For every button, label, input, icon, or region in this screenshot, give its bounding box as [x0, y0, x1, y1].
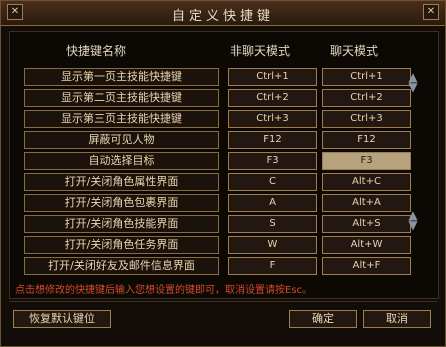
shortcut-name: 屏蔽可见人物 — [24, 131, 219, 149]
normal-mode-key[interactable]: F — [228, 257, 317, 275]
shortcut-name: 打开/关闭角色包裹界面 — [24, 194, 219, 212]
column-header-normal: 非聊天模式 — [230, 44, 291, 58]
normal-mode-key[interactable]: Ctrl+3 — [228, 110, 317, 128]
scroll-down-icon[interactable]: ▲ ▼ — [406, 209, 420, 231]
shortcut-name: 打开/关闭角色技能界面 — [24, 215, 219, 233]
scroll-up-icon[interactable]: ▲ ▼ — [406, 71, 420, 93]
shortcut-name: 打开/关闭角色属性界面 — [24, 173, 219, 191]
close-icon[interactable]: ✕ — [423, 4, 439, 20]
instruction-text: 点击想修改的快捷键后输入您想设置的键即可，取消设置请按Esc。 — [15, 285, 313, 296]
ok-button[interactable]: 确定 — [289, 310, 357, 328]
chat-mode-key[interactable]: F12 — [322, 131, 411, 149]
normal-mode-key[interactable]: S — [228, 215, 317, 233]
normal-mode-key[interactable]: A — [228, 194, 317, 212]
window-title: 自定义快捷键 — [171, 9, 274, 24]
shortcut-name: 打开/关闭好友及邮件信息界面 — [24, 257, 219, 275]
chat-mode-key[interactable]: Ctrl+3 — [322, 110, 411, 128]
normal-mode-key[interactable]: Ctrl+1 — [228, 68, 317, 86]
shortcut-list-panel: 快捷键名称 非聊天模式 聊天模式 显示第一页主技能快捷键 Ctrl+1 Ctrl… — [9, 31, 439, 299]
normal-mode-key[interactable]: F12 — [228, 131, 317, 149]
footer: 恢复默认键位 确定 取消 — [9, 301, 437, 342]
shortcut-settings-window: ✕ 自定义快捷键 ✕ 快捷键名称 非聊天模式 聊天模式 显示第一页主技能快捷键 … — [0, 0, 446, 347]
normal-mode-key[interactable]: W — [228, 236, 317, 254]
chat-mode-key[interactable]: Alt+S — [322, 215, 411, 233]
chat-mode-key[interactable]: Alt+C — [322, 173, 411, 191]
chat-mode-key[interactable]: Alt+W — [322, 236, 411, 254]
normal-mode-key[interactable]: C — [228, 173, 317, 191]
chat-mode-key[interactable]: Ctrl+1 — [322, 68, 411, 86]
normal-mode-key[interactable]: F3 — [228, 152, 317, 170]
shortcut-name: 自动选择目标 — [24, 152, 219, 170]
shortcut-name: 显示第二页主技能快捷键 — [24, 89, 219, 107]
normal-mode-key[interactable]: Ctrl+2 — [228, 89, 317, 107]
shortcut-name: 显示第一页主技能快捷键 — [24, 68, 219, 86]
reset-defaults-button[interactable]: 恢复默认键位 — [13, 310, 111, 328]
chat-mode-key[interactable]: Alt+A — [322, 194, 411, 212]
column-header-chat: 聊天模式 — [330, 44, 379, 58]
cancel-button[interactable]: 取消 — [363, 310, 431, 328]
titlebar: ✕ 自定义快捷键 ✕ — [1, 1, 445, 26]
chat-mode-key[interactable]: Alt+F — [322, 257, 411, 275]
chat-mode-key[interactable]: Ctrl+2 — [322, 89, 411, 107]
column-header-name: 快捷键名称 — [66, 44, 127, 58]
chat-mode-key[interactable]: F3 — [322, 152, 411, 170]
shortcut-name: 打开/关闭角色任务界面 — [24, 236, 219, 254]
shortcut-name: 显示第三页主技能快捷键 — [24, 110, 219, 128]
